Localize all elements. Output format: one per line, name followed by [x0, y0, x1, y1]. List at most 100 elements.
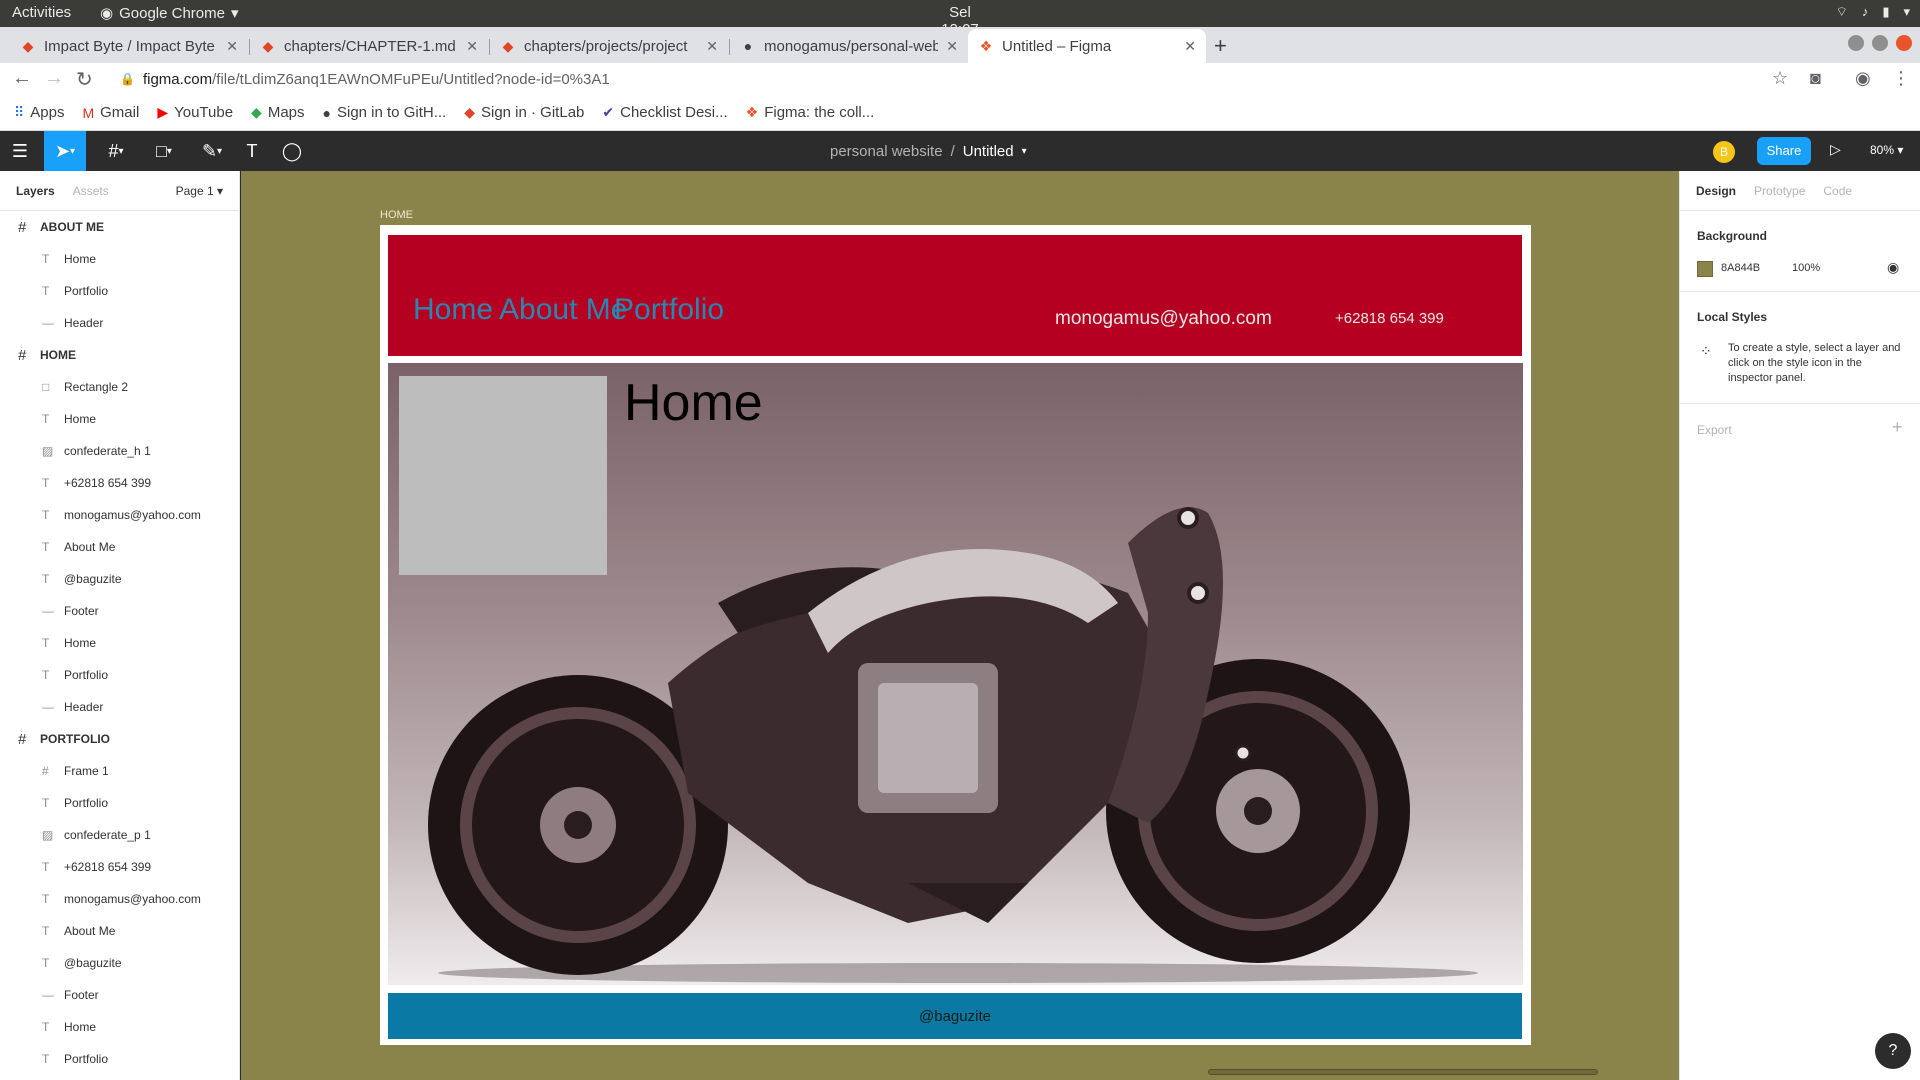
tab-prototype[interactable]: Prototype [1754, 184, 1805, 198]
layer-item[interactable]: ▨ confederate_p 1 [0, 819, 239, 851]
layer-item[interactable]: T +62818 654 399 [0, 467, 239, 499]
share-button[interactable]: Share [1757, 137, 1811, 165]
kebab-menu-icon[interactable]: ⋮ [1892, 68, 1910, 89]
header-phone[interactable]: +62818 654 399 [1335, 310, 1444, 327]
add-export-icon[interactable]: + [1892, 417, 1903, 438]
shape-tool-icon[interactable]: □ ▾ [144, 131, 184, 171]
chevron-down-icon[interactable]: ▾ [1022, 143, 1027, 161]
layer-frame[interactable]: # HOME [0, 339, 239, 371]
layer-item[interactable]: T Portfolio [0, 1043, 239, 1075]
profile-icon[interactable]: ◉ [1855, 68, 1871, 89]
tab-projects[interactable]: ◆ chapters/projects/project ✕ [490, 29, 728, 63]
bookmark-apps[interactable]: ⠿ Apps [14, 104, 64, 121]
bookmark-gitlab[interactable]: ◆ Sign in · GitLab [464, 104, 584, 121]
maximize-button[interactable] [1872, 35, 1888, 51]
pen-tool-icon[interactable]: ✎ ▾ [192, 131, 232, 171]
comment-tool-icon[interactable]: ◯ [272, 131, 312, 171]
forward-arrow-icon[interactable]: → [44, 67, 64, 90]
bookmark-maps[interactable]: ◆ Maps [251, 104, 304, 121]
close-icon[interactable]: ✕ [706, 38, 718, 55]
page-selector[interactable]: Page 1 ▾ [176, 184, 223, 198]
layer-item[interactable]: ▨ confederate_h 1 [0, 435, 239, 467]
bookmark-youtube[interactable]: ▶ YouTube [157, 104, 233, 121]
layer-item[interactable]: # Frame 1 [0, 755, 239, 787]
layer-item[interactable]: T Home [0, 1011, 239, 1043]
text-tool-icon[interactable]: T [232, 131, 272, 171]
bookmark-checklist[interactable]: ✔ Checklist Desi... [602, 104, 727, 121]
hero-title[interactable]: Home [624, 373, 763, 433]
footer-handle[interactable]: @baguzite [388, 1008, 1522, 1025]
activities-button[interactable]: Activities [12, 4, 71, 21]
project-name[interactable]: personal website [830, 143, 943, 161]
rectangle-2[interactable] [399, 376, 607, 575]
back-arrow-icon[interactable]: ← [12, 67, 32, 90]
horizontal-scrollbar[interactable] [1208, 1069, 1598, 1075]
present-play-icon[interactable]: ▷ [1830, 141, 1841, 158]
header-email[interactable]: monogamus@yahoo.com [1055, 308, 1272, 330]
close-icon[interactable]: ✕ [466, 38, 478, 55]
minimize-button[interactable] [1848, 35, 1864, 51]
layer-item[interactable]: T Portfolio [0, 787, 239, 819]
layer-item[interactable]: T Home [0, 243, 239, 275]
system-tray[interactable]: ⌔ ♪ ▮ ▾ [1836, 4, 1910, 20]
reload-icon[interactable]: ↻ [76, 67, 93, 92]
layer-item[interactable]: T +62818 654 399 [0, 851, 239, 883]
tab-code[interactable]: Code [1823, 184, 1852, 198]
star-icon[interactable]: ☆ [1772, 68, 1788, 89]
bookmark-figma[interactable]: ❖ Figma: the coll... [746, 104, 875, 121]
layer-item[interactable]: Tmonogamus@yahoo.com [0, 883, 239, 915]
move-tool-icon[interactable]: ➤ ▾ [44, 131, 86, 171]
background-color-swatch[interactable] [1697, 261, 1713, 277]
layer-item[interactable]: T Home [0, 403, 239, 435]
help-button[interactable]: ? [1875, 1033, 1911, 1069]
file-name[interactable]: Untitled [963, 143, 1014, 161]
close-icon[interactable]: ✕ [226, 38, 238, 55]
camera-icon[interactable]: ◙ [1810, 68, 1821, 89]
tab-figma-untitled[interactable]: ❖ Untitled – Figma ✕ [968, 29, 1206, 63]
layer-item[interactable]: T Portfolio [0, 659, 239, 691]
address-bar[interactable]: 🔒 figma.com/file/tLdimZ6anq1EAWnOMFuPEu/… [112, 65, 1502, 93]
zoom-dropdown[interactable]: 80% ▾ [1870, 143, 1903, 157]
frame-tool-icon[interactable]: # ▾ [96, 131, 136, 171]
layer-item[interactable]: T @baguzite [0, 563, 239, 595]
lock-icon[interactable]: 🔒 [120, 72, 135, 86]
background-hex-input[interactable]: 8A844B [1721, 262, 1760, 274]
hero-image[interactable]: Home [388, 363, 1523, 985]
background-opacity-input[interactable]: 100% [1792, 262, 1820, 274]
layer-item[interactable]: — Header [0, 691, 239, 723]
layer-frame[interactable]: # ABOUT ME [0, 211, 239, 243]
nav-portfolio[interactable]: Portfolio [614, 293, 724, 327]
layer-item[interactable]: T Home [0, 627, 239, 659]
tab-chapter-1[interactable]: ◆ chapters/CHAPTER-1.md ✕ [250, 29, 488, 63]
layer-item[interactable]: T Portfolio [0, 275, 239, 307]
layer-item[interactable]: — Header [0, 307, 239, 339]
layer-item[interactable]: T @baguzite [0, 947, 239, 979]
bookmark-github[interactable]: ● Sign in to GitH... [323, 104, 447, 121]
site-header[interactable]: Home About Me Portfolio monogamus@yahoo.… [388, 235, 1522, 356]
eye-icon[interactable]: ◉ [1887, 259, 1899, 276]
close-icon[interactable]: ✕ [1184, 38, 1196, 55]
layer-frame[interactable]: # PORTFOLIO [0, 723, 239, 755]
app-menu[interactable]: ◉ Google Chrome ▾ [100, 4, 239, 23]
bookmark-gmail[interactable]: M Gmail [82, 104, 139, 121]
tab-impact-byte[interactable]: ◆ Impact Byte / Impact Byte ✕ [10, 29, 248, 63]
tab-github-personal-website[interactable]: ● monogamus/personal-website ✕ [730, 29, 968, 63]
canvas[interactable]: HOME Home About Me Portfolio monogamus@y… [241, 171, 1679, 1080]
layer-item[interactable]: □ Rectangle 2 [0, 371, 239, 403]
tab-design[interactable]: Design [1696, 184, 1736, 198]
tab-assets[interactable]: Assets [73, 184, 109, 198]
home-frame[interactable]: Home About Me Portfolio monogamus@yahoo.… [380, 225, 1531, 1045]
frame-label[interactable]: HOME [380, 209, 413, 221]
new-tab-button[interactable]: + [1214, 33, 1227, 59]
window-close-button[interactable] [1896, 35, 1912, 51]
nav-home[interactable]: Home [413, 293, 493, 327]
layer-item[interactable]: T About Me [0, 531, 239, 563]
layer-item[interactable]: Tmonogamus@yahoo.com [0, 499, 239, 531]
site-footer[interactable]: @baguzite [388, 993, 1522, 1039]
layer-item[interactable]: — Footer [0, 595, 239, 627]
layer-item[interactable]: T About Me [0, 915, 239, 947]
tab-layers[interactable]: Layers [16, 184, 55, 198]
layer-item[interactable]: — Footer [0, 979, 239, 1011]
hamburger-menu-icon[interactable]: ☰ [0, 131, 40, 171]
close-icon[interactable]: ✕ [946, 38, 958, 55]
